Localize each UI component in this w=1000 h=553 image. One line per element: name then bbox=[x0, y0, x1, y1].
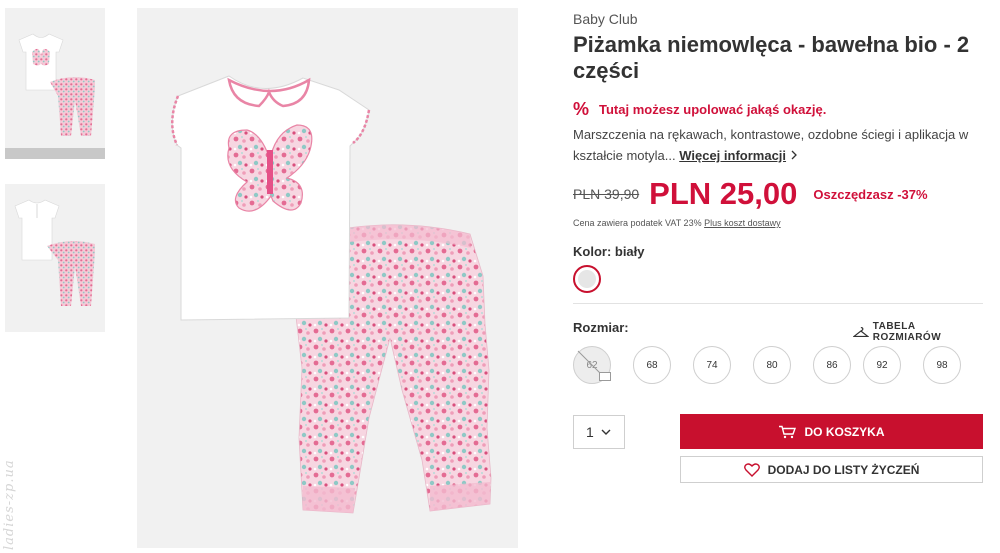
size-option-label: 86 bbox=[826, 359, 838, 371]
more-info-link[interactable]: Więcej informacji bbox=[679, 148, 786, 163]
color-swatch-white[interactable] bbox=[573, 265, 601, 293]
quantity-value: 1 bbox=[586, 424, 594, 440]
chevron-right-icon bbox=[791, 150, 797, 160]
heart-icon bbox=[743, 462, 760, 477]
size-table-label: TABELA ROZMIARÓW bbox=[872, 321, 942, 343]
vat-info: Cena zawiera podatek VAT 23% Plus koszt … bbox=[573, 218, 781, 228]
size-option-label: 74 bbox=[706, 359, 718, 371]
size-option-62[interactable]: 62 bbox=[573, 346, 611, 384]
brand-name[interactable]: Baby Club bbox=[573, 11, 638, 27]
size-option-68[interactable]: 68 bbox=[633, 346, 671, 384]
thumbnail-front-image bbox=[18, 33, 95, 136]
promo-banner: % Tutaj możesz upolować jakąś okazję. bbox=[573, 99, 826, 120]
size-options: 62 68 74 80 86 92 98 bbox=[573, 346, 985, 386]
main-product-image[interactable] bbox=[137, 8, 518, 548]
hanger-icon bbox=[853, 326, 869, 338]
watermark-text: ladies-zp.ua bbox=[2, 459, 17, 550]
mail-icon bbox=[599, 372, 611, 381]
thumbnail-back-image bbox=[14, 199, 95, 306]
color-swatch-fill bbox=[578, 270, 596, 288]
size-option-86[interactable]: 86 bbox=[813, 346, 851, 384]
chevron-down-icon bbox=[601, 429, 611, 435]
size-option-label: 80 bbox=[766, 359, 778, 371]
thumbnail-front[interactable] bbox=[5, 8, 105, 148]
size-option-label: 98 bbox=[936, 359, 948, 371]
add-to-cart-label: DO KOSZYKA bbox=[804, 424, 885, 439]
thumbnail-back[interactable] bbox=[5, 184, 105, 332]
pajama-illustration bbox=[171, 75, 492, 514]
add-to-wishlist-button[interactable]: DODAJ DO LISTY ŻYCZEŃ bbox=[680, 456, 983, 483]
size-option-label: 68 bbox=[646, 359, 658, 371]
price-row: PLN 39,90 PLN 25,00 Oszczędzasz -37% bbox=[573, 176, 985, 212]
product-description: Marszczenia na rękawach, kontrastowe, oz… bbox=[573, 124, 983, 166]
product-title: Piżamka niemowlęca - bawełna bio - 2 czę… bbox=[573, 32, 970, 83]
size-option-92[interactable]: 92 bbox=[863, 346, 901, 384]
size-label: Rozmiar: bbox=[573, 320, 629, 335]
add-to-cart-button[interactable]: DO KOSZYKA bbox=[680, 414, 983, 449]
quantity-select[interactable]: 1 bbox=[573, 415, 625, 449]
savings-badge: Oszczędzasz -37% bbox=[813, 186, 928, 202]
size-option-80[interactable]: 80 bbox=[753, 346, 791, 384]
cart-icon bbox=[779, 425, 797, 438]
size-option-98[interactable]: 98 bbox=[923, 346, 961, 384]
old-price: PLN 39,90 bbox=[573, 186, 640, 202]
thumbnail-active-indicator bbox=[5, 148, 105, 159]
color-label: Kolor: biały bbox=[573, 244, 645, 259]
shipping-cost-link[interactable]: Plus koszt dostawy bbox=[704, 218, 781, 228]
percent-icon: % bbox=[573, 99, 590, 119]
size-table-link[interactable]: TABELA ROZMIARÓW bbox=[853, 321, 985, 343]
current-price: PLN 25,00 bbox=[649, 176, 798, 211]
size-option-label: 92 bbox=[876, 359, 888, 371]
promo-text: Tutaj możesz upolować jakąś okazję. bbox=[599, 102, 827, 117]
add-to-wishlist-label: DODAJ DO LISTY ŻYCZEŃ bbox=[767, 462, 920, 477]
divider bbox=[573, 303, 983, 304]
size-option-74[interactable]: 74 bbox=[693, 346, 731, 384]
vat-text: Cena zawiera podatek VAT 23% bbox=[573, 218, 702, 228]
thumbnail-list bbox=[5, 8, 105, 332]
more-info-label: Więcej informacji bbox=[679, 148, 787, 163]
